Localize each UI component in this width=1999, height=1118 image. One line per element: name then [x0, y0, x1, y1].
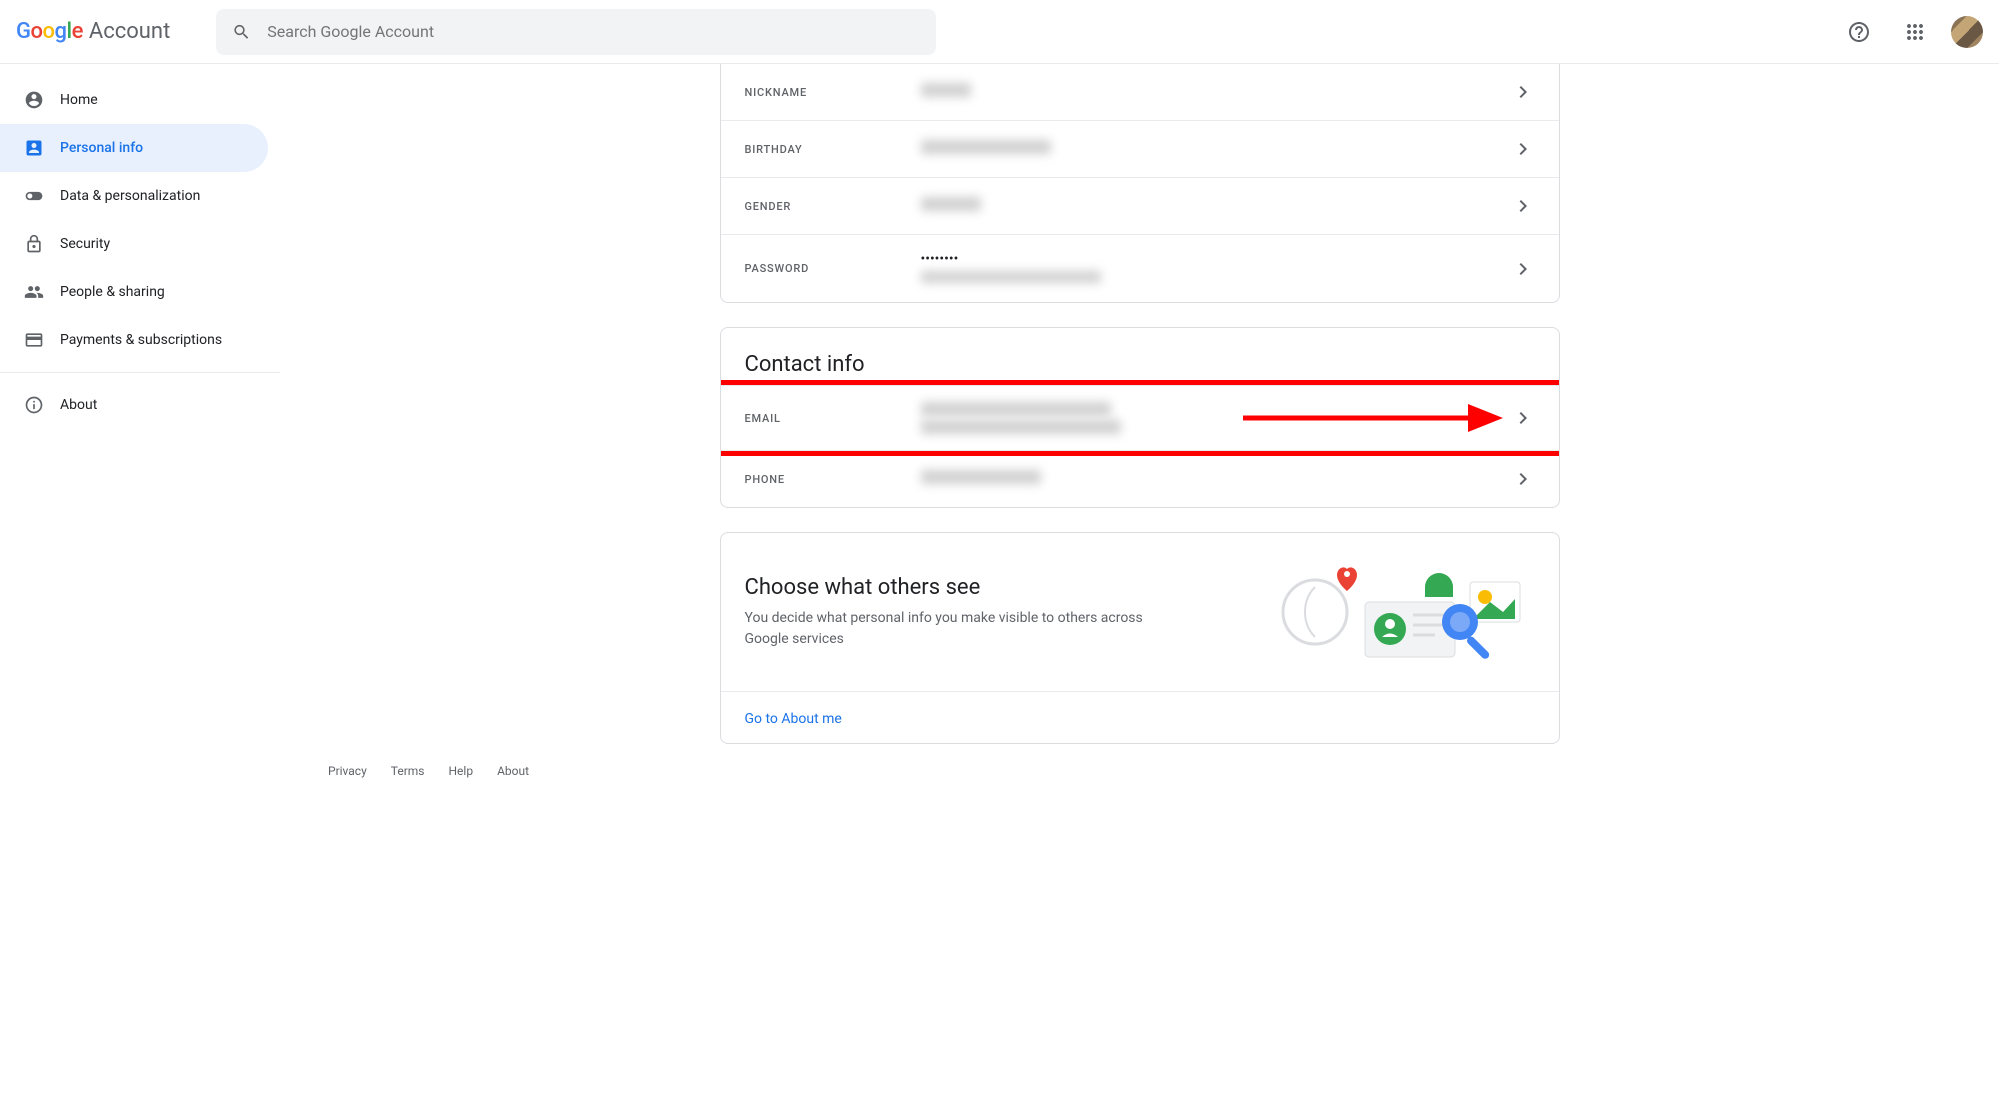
chevron-right-icon [1511, 80, 1535, 104]
sidebar-item-label: Data & personalization [60, 188, 200, 204]
row-value [921, 402, 1511, 434]
row-phone[interactable]: PHONE [721, 450, 1559, 507]
help-button[interactable] [1839, 12, 1879, 52]
sidebar-item-about[interactable]: About [0, 381, 268, 429]
account-label: Account [89, 19, 170, 44]
sidebar-item-security[interactable]: Security [0, 220, 268, 268]
row-email[interactable]: EMAIL [721, 385, 1559, 450]
row-label: NICKNAME [745, 86, 921, 99]
search-bar[interactable] [216, 9, 936, 55]
people-icon [24, 282, 44, 302]
contact-info-card: Contact info EMAIL PHONE [720, 327, 1560, 508]
sidebar-item-label: About [60, 397, 97, 413]
toggle-icon [24, 186, 44, 206]
sidebar-item-payments[interactable]: Payments & subscriptions [0, 316, 268, 364]
choose-card: Choose what others see You decide what p… [720, 532, 1560, 744]
about-me-link-row[interactable]: Go to About me [721, 691, 1559, 743]
row-gender[interactable]: GENDER [721, 177, 1559, 234]
google-logo: Google [16, 19, 83, 44]
sidebar-item-label: Security [60, 236, 110, 252]
payment-icon [24, 330, 44, 350]
sidebar-item-label: Home [60, 92, 98, 108]
row-password[interactable]: PASSWORD •••••••• [721, 234, 1559, 302]
row-value [921, 470, 1511, 488]
chevron-right-icon [1511, 137, 1535, 161]
row-value [921, 197, 1511, 215]
chevron-right-icon [1511, 194, 1535, 218]
sidebar-item-data-personalization[interactable]: Data & personalization [0, 172, 268, 220]
footer-privacy[interactable]: Privacy [328, 764, 367, 778]
id-card-icon [24, 138, 44, 158]
sidebar-item-label: People & sharing [60, 284, 165, 300]
footer: Privacy Terms Help About [304, 744, 1975, 798]
choose-description: You decide what personal info you make v… [745, 608, 1165, 650]
apps-button[interactable] [1895, 12, 1935, 52]
about-me-link[interactable]: Go to About me [745, 711, 842, 727]
row-nickname[interactable]: NICKNAME [721, 64, 1559, 120]
choose-title: Choose what others see [745, 575, 1251, 600]
password-dots: •••••••• [921, 251, 1511, 267]
chevron-right-icon [1511, 467, 1535, 491]
chevron-right-icon [1511, 257, 1535, 281]
apps-icon [1903, 20, 1927, 44]
profile-avatar[interactable] [1951, 16, 1983, 48]
footer-terms[interactable]: Terms [391, 764, 425, 778]
chevron-right-icon [1511, 406, 1535, 430]
main-content: NICKNAME BIRTHDAY GENDER PASSWORD [280, 64, 1999, 1118]
sidebar-item-home[interactable]: Home [0, 76, 268, 124]
contact-info-title: Contact info [721, 328, 1559, 385]
search-input[interactable] [267, 22, 920, 41]
google-account-logo[interactable]: Google Account [16, 19, 170, 44]
row-label: PHONE [745, 473, 921, 486]
sidebar: Home Personal info Data & personalizatio… [0, 64, 280, 1118]
row-label: PASSWORD [745, 262, 921, 275]
sidebar-item-people-sharing[interactable]: People & sharing [0, 268, 268, 316]
row-value [921, 140, 1511, 158]
row-birthday[interactable]: BIRTHDAY [721, 120, 1559, 177]
basic-info-card: NICKNAME BIRTHDAY GENDER PASSWORD [720, 64, 1560, 303]
footer-about[interactable]: About [497, 764, 529, 778]
help-icon [1847, 20, 1871, 44]
header: Google Account [0, 0, 1999, 64]
sidebar-item-label: Personal info [60, 140, 143, 156]
lock-icon [24, 234, 44, 254]
choose-illustration [1275, 557, 1535, 667]
row-value [921, 83, 1511, 101]
search-icon [232, 22, 251, 42]
row-label: BIRTHDAY [745, 143, 921, 156]
info-icon [24, 395, 44, 415]
row-value: •••••••• [921, 251, 1511, 286]
sidebar-item-label: Payments & subscriptions [60, 332, 222, 348]
sidebar-item-personal-info[interactable]: Personal info [0, 124, 268, 172]
row-label: EMAIL [745, 412, 921, 425]
home-icon [24, 90, 44, 110]
footer-help[interactable]: Help [449, 764, 474, 778]
row-label: GENDER [745, 200, 921, 213]
sidebar-divider [0, 372, 280, 373]
